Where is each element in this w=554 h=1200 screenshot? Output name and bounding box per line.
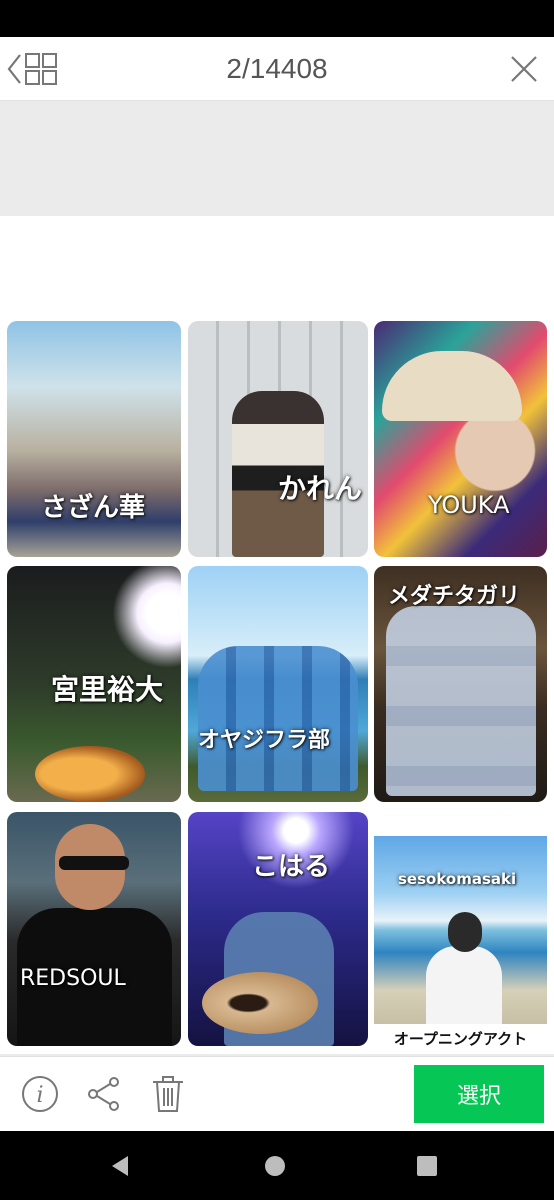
header: 2/14408 xyxy=(0,37,554,101)
tile-youka: YOUKA xyxy=(374,321,547,557)
cap-figure xyxy=(382,351,522,421)
sunglasses-figure xyxy=(59,856,129,870)
tile-label: YOUKA xyxy=(428,491,510,519)
trash-icon xyxy=(153,1076,183,1112)
guitar-figure xyxy=(202,972,318,1034)
tile-medachitagari: メダチタガリ xyxy=(374,566,547,802)
back-to-grid-button[interactable] xyxy=(4,51,62,87)
info-icon: i xyxy=(22,1076,58,1112)
select-button[interactable]: 選択 xyxy=(414,1065,544,1123)
tile-sesokomasaki: sesokomasaki xyxy=(374,836,547,1024)
tile-label: 宮里裕大 xyxy=(51,673,164,706)
bottom-toolbar: i 選択 xyxy=(0,1056,554,1131)
nav-recents-icon xyxy=(417,1156,437,1176)
svg-text:i: i xyxy=(36,1083,43,1108)
info-button[interactable]: i xyxy=(20,1074,60,1114)
tile-label: かれん xyxy=(278,472,363,505)
system-nav-bar xyxy=(0,1131,554,1200)
collage-image: さざん華 かれん YOUKA 宮里裕大 オヤジフラ部 メダチタガリ REDSOU… xyxy=(0,216,554,1054)
group-figure xyxy=(198,646,358,791)
nav-back-button[interactable] xyxy=(108,1153,134,1179)
nav-recents-button[interactable] xyxy=(414,1153,440,1179)
guitar-figure xyxy=(35,746,145,802)
tile-karen: かれん xyxy=(188,321,368,557)
tile-oyaji-hula-club: オヤジフラ部 xyxy=(188,566,368,802)
tile-label: REDSOUL xyxy=(20,966,126,991)
tile-koharu: こはる xyxy=(188,812,368,1046)
group-figure xyxy=(386,606,536,796)
status-bar xyxy=(0,0,554,37)
shirt-figure xyxy=(426,946,502,1024)
tile-label: オヤジフラ部 xyxy=(198,728,331,753)
opening-act-caption: オープニングアクト xyxy=(393,1030,528,1048)
image-viewer[interactable]: さざん華 かれん YOUKA 宮里裕大 オヤジフラ部 メダチタガリ REDSOU… xyxy=(0,101,554,1056)
image-counter: 2/14408 xyxy=(226,53,328,84)
tile-label: sesokomasaki xyxy=(398,870,517,888)
delete-button[interactable] xyxy=(148,1074,188,1114)
head-figure xyxy=(448,912,482,952)
close-button[interactable] xyxy=(508,53,540,85)
tile-redsoul: REDSOUL xyxy=(7,812,181,1046)
tile-label: こはる xyxy=(252,852,331,882)
tile-sazanka: さざん華 xyxy=(7,321,181,557)
share-button[interactable] xyxy=(84,1074,124,1114)
chevron-left-icon xyxy=(7,53,57,85)
nav-home-icon xyxy=(265,1156,285,1176)
close-icon xyxy=(511,56,537,82)
grid-icon xyxy=(25,53,57,85)
nav-back-icon xyxy=(112,1156,128,1176)
tile-label: さざん華 xyxy=(41,493,146,523)
nav-home-button[interactable] xyxy=(262,1153,288,1179)
tile-miyazato-yuta: 宮里裕大 xyxy=(7,566,181,802)
tile-label: メダチタガリ xyxy=(388,584,521,609)
share-icon xyxy=(88,1077,119,1111)
